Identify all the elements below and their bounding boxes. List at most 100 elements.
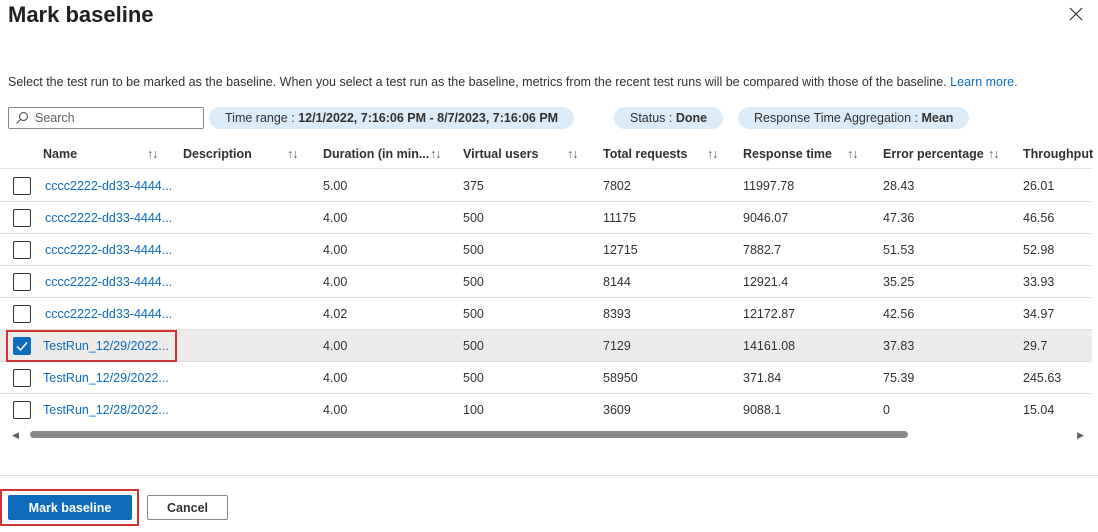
virtual-users-cell: 500 xyxy=(463,275,484,289)
sort-icon[interactable]: ↑↓ xyxy=(707,139,718,169)
scroll-left-icon[interactable]: ◀ xyxy=(12,430,19,441)
column-header-throughput[interactable]: Throughput xyxy=(1023,139,1093,169)
test-run-name-link[interactable]: TestRun_12/29/2022... xyxy=(43,362,169,394)
sort-icon[interactable]: ↑↓ xyxy=(430,139,441,169)
virtual-users-cell: 500 xyxy=(463,371,484,385)
time-range-value: 12/1/2022, 7:16:06 PM - 8/7/2023, 7:16:0… xyxy=(298,111,559,125)
response-time-cell: 12172.87 xyxy=(743,307,796,321)
status-value: Done xyxy=(675,111,708,125)
column-header-error-percentage[interactable]: Error percentage xyxy=(883,139,984,169)
search-input[interactable] xyxy=(35,111,195,125)
test-run-name-link[interactable]: cccc2222-dd33-4444... xyxy=(45,170,172,202)
error-percentage-cell: 47.36 xyxy=(883,211,915,225)
learn-more-link[interactable]: Learn more. xyxy=(950,75,1017,89)
column-header-total-requests[interactable]: Total requests xyxy=(603,139,688,169)
row-checkbox[interactable] xyxy=(13,305,31,323)
row-checkbox[interactable] xyxy=(13,369,31,387)
total-requests-cell: 8144 xyxy=(603,275,631,289)
search-box[interactable] xyxy=(8,107,204,129)
status-filter[interactable]: Status : Done xyxy=(614,107,724,129)
error-percentage-cell: 42.56 xyxy=(883,307,915,321)
scrollbar-thumb[interactable] xyxy=(30,431,908,438)
row-checkbox[interactable] xyxy=(13,273,31,291)
close-icon[interactable] xyxy=(1066,4,1086,24)
horizontal-scrollbar[interactable]: ◀ ▶ xyxy=(8,429,1088,441)
error-percentage-cell: 37.83 xyxy=(883,339,915,353)
table-row[interactable]: cccc2222-dd33-4444... 4.00 500 8144 1292… xyxy=(0,266,1092,298)
throughput-cell: 34.97 xyxy=(1023,307,1055,321)
aggregation-label: Response Time Aggregation : xyxy=(754,111,922,125)
throughput-cell: 26.01 xyxy=(1023,179,1055,193)
column-header-duration[interactable]: Duration (in min... xyxy=(323,139,429,169)
dialog-description: Select the test run to be marked as the … xyxy=(8,75,1018,89)
table-row[interactable]: TestRun_12/28/2022... 4.00 100 3609 9088… xyxy=(0,394,1092,426)
cancel-button[interactable]: Cancel xyxy=(147,495,228,520)
test-run-name-link[interactable]: TestRun_12/29/2022... xyxy=(43,330,169,362)
row-checkbox[interactable] xyxy=(13,209,31,227)
row-checkbox[interactable] xyxy=(13,241,31,259)
row-checkbox[interactable] xyxy=(13,401,31,419)
test-run-name-link[interactable]: TestRun_12/28/2022... xyxy=(43,394,169,426)
error-percentage-cell: 28.43 xyxy=(883,179,915,193)
response-time-cell: 7882.7 xyxy=(743,243,782,257)
duration-cell: 4.00 xyxy=(323,243,348,257)
checkmark-icon xyxy=(16,342,28,352)
table-row-selected[interactable]: TestRun_12/29/2022... 4.00 500 7129 1416… xyxy=(0,330,1092,362)
test-run-name-link[interactable]: cccc2222-dd33-4444... xyxy=(45,266,172,298)
total-requests-cell: 11175 xyxy=(603,211,636,225)
virtual-users-cell: 500 xyxy=(463,339,484,353)
response-time-cell: 9046.07 xyxy=(743,211,789,225)
footer-divider xyxy=(0,475,1098,476)
duration-cell: 4.00 xyxy=(323,275,348,289)
table-header: Name ↑↓ Description ↑↓ Duration (in min.… xyxy=(0,139,1093,169)
sort-icon[interactable]: ↑↓ xyxy=(287,139,298,169)
test-run-name-link[interactable]: cccc2222-dd33-4444... xyxy=(45,298,172,330)
total-requests-cell: 8393 xyxy=(603,307,631,321)
throughput-cell: 29.7 xyxy=(1023,339,1048,353)
sort-icon[interactable]: ↑↓ xyxy=(847,139,858,169)
response-time-cell: 9088.1 xyxy=(743,403,782,417)
duration-cell: 4.00 xyxy=(323,403,348,417)
test-run-name-link[interactable]: cccc2222-dd33-4444... xyxy=(45,234,172,266)
search-icon xyxy=(16,111,29,124)
response-time-cell: 371.84 xyxy=(743,371,782,385)
table-row[interactable]: cccc2222-dd33-4444... 5.00 375 7802 1199… xyxy=(0,170,1092,202)
column-header-virtual-users[interactable]: Virtual users xyxy=(463,139,539,169)
virtual-users-cell: 375 xyxy=(463,179,484,193)
virtual-users-cell: 500 xyxy=(463,243,484,257)
duration-cell: 4.00 xyxy=(323,211,348,225)
aggregation-filter[interactable]: Response Time Aggregation : Mean xyxy=(738,107,970,129)
column-header-response-time[interactable]: Response time xyxy=(743,139,832,169)
total-requests-cell: 7129 xyxy=(603,339,631,353)
scroll-right-icon[interactable]: ▶ xyxy=(1077,430,1084,441)
virtual-users-cell: 500 xyxy=(463,211,484,225)
time-range-label: Time range : xyxy=(225,111,299,125)
table-row[interactable]: cccc2222-dd33-4444... 4.00 500 11175 904… xyxy=(0,202,1092,234)
column-header-description[interactable]: Description xyxy=(183,139,252,169)
row-checkbox[interactable] xyxy=(13,177,31,195)
throughput-cell: 245.63 xyxy=(1023,371,1062,385)
sort-icon[interactable]: ↑↓ xyxy=(567,139,578,169)
status-label: Status : xyxy=(630,111,676,125)
total-requests-cell: 7802 xyxy=(603,179,631,193)
duration-cell: 4.02 xyxy=(323,307,348,321)
test-run-name-link[interactable]: cccc2222-dd33-4444... xyxy=(45,202,172,234)
throughput-cell: 33.93 xyxy=(1023,275,1055,289)
error-percentage-cell: 35.25 xyxy=(883,275,915,289)
sort-icon[interactable]: ↑↓ xyxy=(988,139,999,169)
total-requests-cell: 58950 xyxy=(603,371,638,385)
error-percentage-cell: 0 xyxy=(883,403,890,417)
sort-icon[interactable]: ↑↓ xyxy=(147,139,158,169)
table-row[interactable]: cccc2222-dd33-4444... 4.00 500 12715 788… xyxy=(0,234,1092,266)
column-header-name[interactable]: Name xyxy=(43,139,77,169)
virtual-users-cell: 500 xyxy=(463,307,484,321)
time-range-filter[interactable]: Time range : 12/1/2022, 7:16:06 PM - 8/7… xyxy=(209,107,575,129)
virtual-users-cell: 100 xyxy=(463,403,484,417)
throughput-cell: 52.98 xyxy=(1023,243,1055,257)
total-requests-cell: 12715 xyxy=(603,243,638,257)
table-row[interactable]: TestRun_12/29/2022... 4.00 500 58950 371… xyxy=(0,362,1092,394)
mark-baseline-button[interactable]: Mark baseline xyxy=(8,495,132,520)
duration-cell: 5.00 xyxy=(323,179,348,193)
row-checkbox-checked[interactable] xyxy=(13,337,31,355)
table-row[interactable]: cccc2222-dd33-4444... 4.02 500 8393 1217… xyxy=(0,298,1092,330)
